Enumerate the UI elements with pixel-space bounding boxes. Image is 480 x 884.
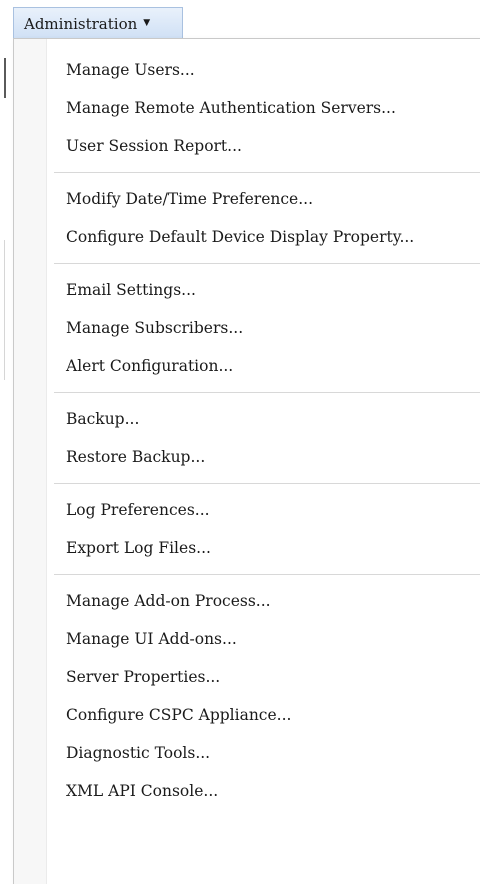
menu-separator bbox=[54, 172, 480, 173]
menu-item-configure-cspc-appliance[interactable]: Configure CSPC Appliance... bbox=[14, 696, 480, 734]
menu-item-user-session-report[interactable]: User Session Report... bbox=[14, 127, 480, 165]
menu-separator bbox=[54, 483, 480, 484]
menu-item-xml-api-console[interactable]: XML API Console... bbox=[14, 772, 480, 810]
menu-separator bbox=[54, 392, 480, 393]
menu-item-manage-add-on-process[interactable]: Manage Add-on Process... bbox=[14, 582, 480, 620]
menu-item-configure-default-device-display-property[interactable]: Configure Default Device Display Propert… bbox=[14, 218, 480, 256]
menu-item-manage-ui-add-ons[interactable]: Manage UI Add-ons... bbox=[14, 620, 480, 658]
administration-menu-button[interactable]: Administration ▼ bbox=[13, 7, 183, 39]
menu-item-modify-date-time-preference[interactable]: Modify Date/Time Preference... bbox=[14, 180, 480, 218]
menu-item-log-preferences[interactable]: Log Preferences... bbox=[14, 491, 480, 529]
administration-menu-label: Administration bbox=[24, 14, 138, 33]
administration-dropdown-menu: Manage Users... Manage Remote Authentica… bbox=[13, 38, 480, 884]
menu-item-email-settings[interactable]: Email Settings... bbox=[14, 271, 480, 309]
menu-items-list: Manage Users... Manage Remote Authentica… bbox=[14, 51, 480, 810]
background-window-edge-faint bbox=[4, 240, 5, 380]
menu-item-manage-subscribers[interactable]: Manage Subscribers... bbox=[14, 309, 480, 347]
menu-item-restore-backup[interactable]: Restore Backup... bbox=[14, 438, 480, 476]
menu-item-manage-remote-authentication-servers[interactable]: Manage Remote Authentication Servers... bbox=[14, 89, 480, 127]
menu-item-manage-users[interactable]: Manage Users... bbox=[14, 51, 480, 89]
menu-item-diagnostic-tools[interactable]: Diagnostic Tools... bbox=[14, 734, 480, 772]
menu-item-backup[interactable]: Backup... bbox=[14, 400, 480, 438]
menu-separator bbox=[54, 574, 480, 575]
background-window-edge bbox=[4, 58, 6, 98]
menu-item-alert-configuration[interactable]: Alert Configuration... bbox=[14, 347, 480, 385]
menu-separator bbox=[54, 263, 480, 264]
triangle-down-icon: ▼ bbox=[143, 18, 151, 28]
menu-item-server-properties[interactable]: Server Properties... bbox=[14, 658, 480, 696]
menu-item-export-log-files[interactable]: Export Log Files... bbox=[14, 529, 480, 567]
